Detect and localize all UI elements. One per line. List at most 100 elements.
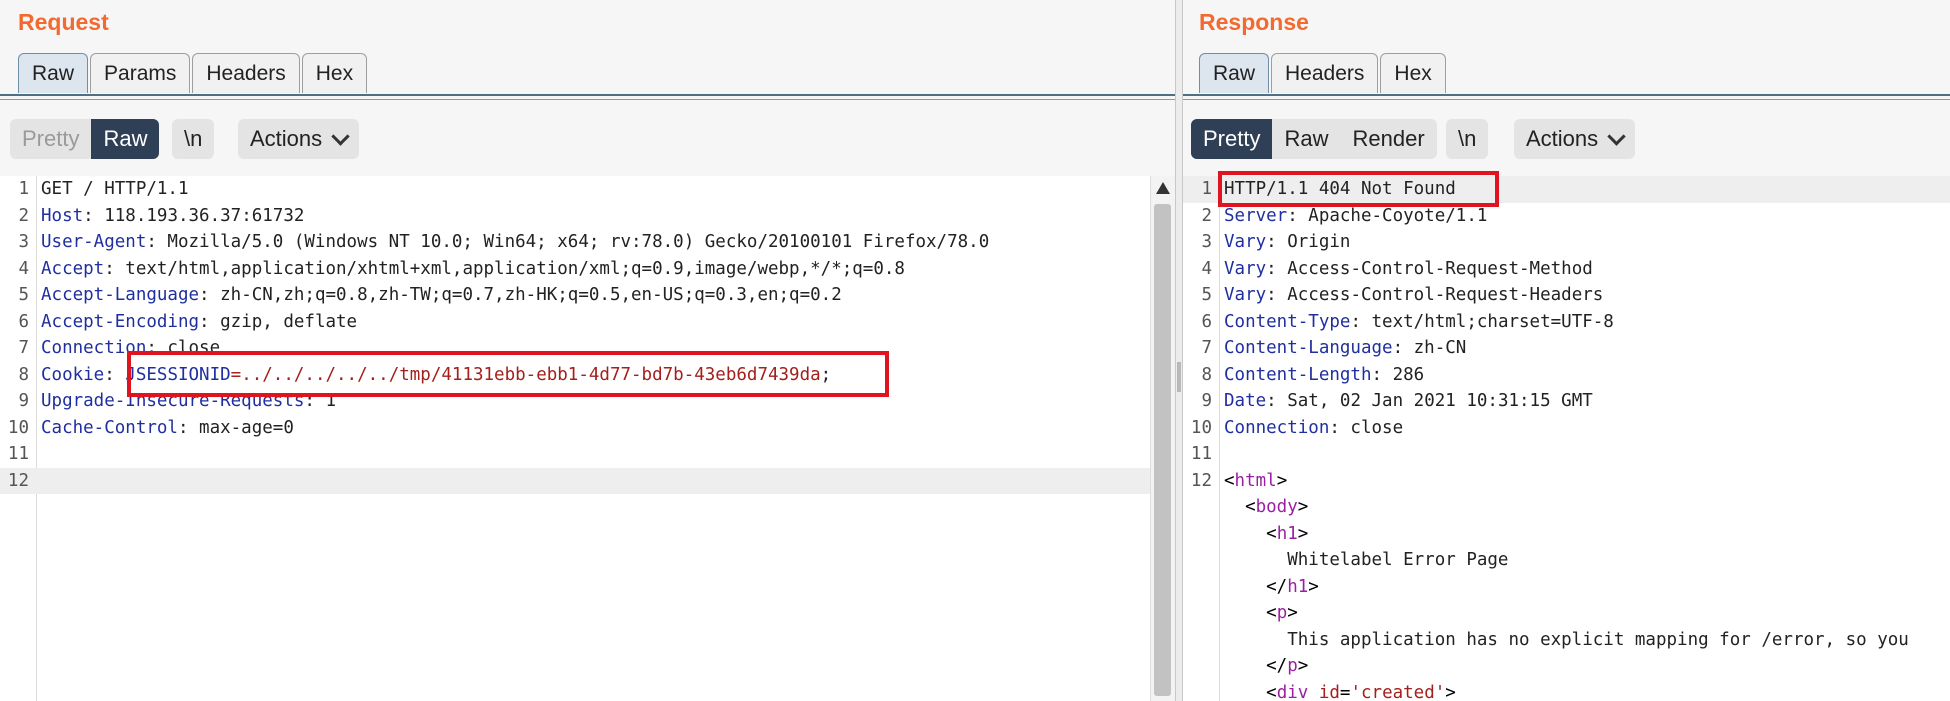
code-line: </h1> xyxy=(1183,574,1950,601)
line-content: Accept-Encoding: gzip, deflate xyxy=(41,309,357,336)
response-tab-raw[interactable]: Raw xyxy=(1199,53,1270,93)
line-number: 9 xyxy=(1201,391,1212,411)
html-text: Whitelabel Error Page xyxy=(1224,550,1509,570)
header-value: : Access-Control-Request-Headers xyxy=(1266,285,1604,305)
response-raw-toggle[interactable]: Raw xyxy=(1272,119,1340,159)
request-newline-button[interactable]: \n xyxy=(172,119,215,159)
request-actions-button[interactable]: Actions xyxy=(238,119,360,159)
request-tabs: Raw Params Headers Hex xyxy=(18,53,369,93)
tab-underline-thin xyxy=(1183,99,1950,100)
response-actions-button[interactable]: Actions xyxy=(1514,119,1636,159)
header-name: Accept xyxy=(41,258,105,279)
response-tabs: Raw Headers Hex xyxy=(1199,53,1448,93)
header-value: : Origin xyxy=(1266,232,1351,252)
code-line: </p> xyxy=(1183,653,1950,680)
scrollbar-thumb[interactable] xyxy=(1154,204,1171,696)
line-number: 10 xyxy=(7,417,29,438)
response-pane: Response Raw Headers Hex Pretty Raw Rend… xyxy=(1183,0,1950,701)
html-tag-name: body xyxy=(1255,497,1298,517)
response-actions-label: Actions xyxy=(1526,126,1599,151)
line-number: 5 xyxy=(1201,285,1212,305)
request-toolbar-area: Request Raw Params Headers Hex Pretty Ra… xyxy=(0,0,1175,176)
request-tab-params[interactable]: Params xyxy=(90,53,191,93)
response-editor[interactable]: 1 HTTP/1.1 404 Not Found 2 Server: Apache-C… xyxy=(1183,176,1950,701)
request-editor[interactable]: 1 GET / HTTP/1.1 2 Host: 118.193.36.37:6173… xyxy=(0,176,1175,701)
chevron-down-icon xyxy=(331,126,350,146)
line-content: <body> xyxy=(1224,497,1309,517)
code-line: 3 User-Agent: Mozilla/5.0 (Windows NT 10.… xyxy=(0,229,1175,256)
line-content: Vary: Access-Control-Request-Headers xyxy=(1224,282,1603,309)
line-number: 2 xyxy=(18,205,29,226)
code-line: 2 Host: 118.193.36.37:61732 xyxy=(0,203,1175,230)
line-content: Accept-Language: zh-CN,zh;q=0.8,zh-TW;q=… xyxy=(41,282,842,309)
code-line: 1 GET / HTTP/1.1 xyxy=(0,176,1175,203)
header-value: : close xyxy=(1329,417,1404,438)
line-number: 4 xyxy=(18,258,29,279)
line-content: <h1> xyxy=(1224,523,1309,544)
response-newline-button[interactable]: \n xyxy=(1446,119,1489,159)
line-number: 11 xyxy=(1190,444,1212,464)
line-number: 6 xyxy=(18,311,29,332)
line-content: <p> xyxy=(1224,603,1298,623)
request-pretty-toggle[interactable]: Pretty xyxy=(10,119,91,159)
response-pretty-toggle[interactable]: Pretty xyxy=(1191,119,1273,159)
line-content: Whitelabel Error Page xyxy=(1224,547,1508,574)
request-raw-toggle[interactable]: Raw xyxy=(91,119,160,159)
response-tab-headers[interactable]: Headers xyxy=(1271,53,1379,93)
line-content: Date: Sat, 02 Jan 2021 10:31:15 GMT xyxy=(1224,388,1593,415)
code-line: Whitelabel Error Page xyxy=(1183,547,1950,574)
request-tab-headers[interactable]: Headers xyxy=(192,53,300,93)
request-tab-raw[interactable]: Raw xyxy=(18,53,89,93)
header-value: : Mozilla/5.0 (Windows NT 10.0; Win64; x… xyxy=(146,232,990,252)
request-tab-hex[interactable]: Hex xyxy=(301,53,368,93)
code-line: 10 Cache-Control: max-age=0 xyxy=(0,415,1175,442)
header-value: : xyxy=(104,364,126,385)
line-content: Cache-Control: max-age=0 xyxy=(41,415,294,442)
header-value: GET / HTTP/1.1 xyxy=(41,179,189,199)
code-line: 4 Vary: Access-Control-Request-Method xyxy=(1183,256,1950,283)
header-value: : Access-Control-Request-Method xyxy=(1266,258,1593,279)
line-content: </p> xyxy=(1224,656,1309,676)
response-toolbar-area: Response Raw Headers Hex Pretty Raw Rend… xyxy=(1183,0,1950,176)
code-line: 12 <html> xyxy=(1183,468,1950,495)
code-line: 7 Content-Language: zh-CN xyxy=(1183,335,1950,362)
header-name: Accept-Encoding xyxy=(41,311,200,332)
code-line: 8 Content-Length: 286 xyxy=(1183,362,1950,389)
divider-grip[interactable] xyxy=(1177,362,1181,392)
line-number: 7 xyxy=(18,338,29,358)
code-line: 6 Content-Type: text/html;charset=UTF-8 xyxy=(1183,309,1950,336)
header-name: Cookie xyxy=(41,364,105,385)
html-attr-value: 'created' xyxy=(1350,682,1446,701)
line-number: 3 xyxy=(1201,232,1212,252)
code-line: <p> xyxy=(1183,600,1950,627)
scroll-up-icon[interactable] xyxy=(1156,182,1170,194)
code-line: 4 Accept: text/html,application/xhtml+xml… xyxy=(0,256,1175,283)
pane-divider[interactable] xyxy=(1175,0,1183,701)
line-content: User-Agent: Mozilla/5.0 (Windows NT 10.0… xyxy=(41,229,989,256)
line-number: 6 xyxy=(1201,311,1212,332)
line-number: 12 xyxy=(7,470,29,491)
line-content: Content-Length: 286 xyxy=(1224,362,1424,389)
line-content: <div id='created'> xyxy=(1224,682,1456,701)
request-scrollbar[interactable] xyxy=(1150,176,1175,701)
header-value: : gzip, deflate xyxy=(199,311,358,332)
header-value: : Apache-Coyote/1.1 xyxy=(1287,205,1488,226)
response-view-toggle: Pretty Raw Render xyxy=(1191,119,1437,159)
line-number: 1 xyxy=(1201,179,1212,199)
line-content: Connection: close xyxy=(1224,415,1403,442)
request-pane: Request Raw Params Headers Hex Pretty Ra… xyxy=(0,0,1175,701)
response-tab-hex[interactable]: Hex xyxy=(1380,53,1446,93)
cookie-highlight-box xyxy=(127,351,889,397)
line-number: 8 xyxy=(18,364,29,385)
line-content: Accept: text/html,application/xhtml+xml,… xyxy=(41,256,905,283)
line-number: 9 xyxy=(18,391,29,411)
html-tag-name: p xyxy=(1276,603,1288,623)
code-line: 5 Accept-Language: zh-CN,zh;q=0.8,zh-TW;q… xyxy=(0,282,1175,309)
line-number: 10 xyxy=(1190,417,1212,438)
request-title: Request xyxy=(18,9,109,35)
line-number: 2 xyxy=(1201,205,1212,226)
code-line: <h1> xyxy=(1183,521,1950,548)
line-number: 1 xyxy=(18,179,29,199)
response-render-toggle[interactable]: Render xyxy=(1340,119,1436,159)
chevron-down-icon xyxy=(1607,126,1626,146)
